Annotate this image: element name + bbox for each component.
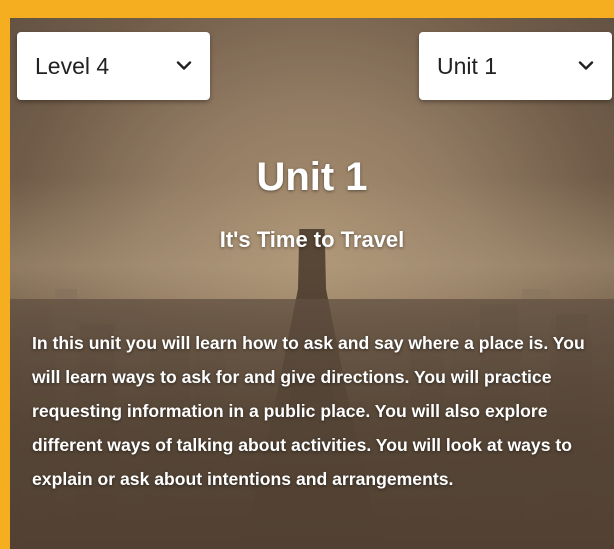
unit-select-value: Unit 1 [437, 52, 498, 79]
unit-banner: Level 4 Unit 1 Unit 1 It's Time to Trave… [10, 18, 614, 549]
unit-subtitle: It's Time to Travel [219, 227, 405, 252]
level-select-value: Level 4 [35, 52, 110, 79]
level-select[interactable]: Level 4 [17, 32, 210, 100]
chevron-down-icon [578, 61, 594, 70]
unit-select[interactable]: Unit 1 [419, 32, 612, 100]
chevron-down-icon [176, 61, 192, 70]
unit-title: Unit 1 [256, 155, 368, 199]
unit-description: In this unit you will learn how to ask a… [32, 333, 585, 489]
